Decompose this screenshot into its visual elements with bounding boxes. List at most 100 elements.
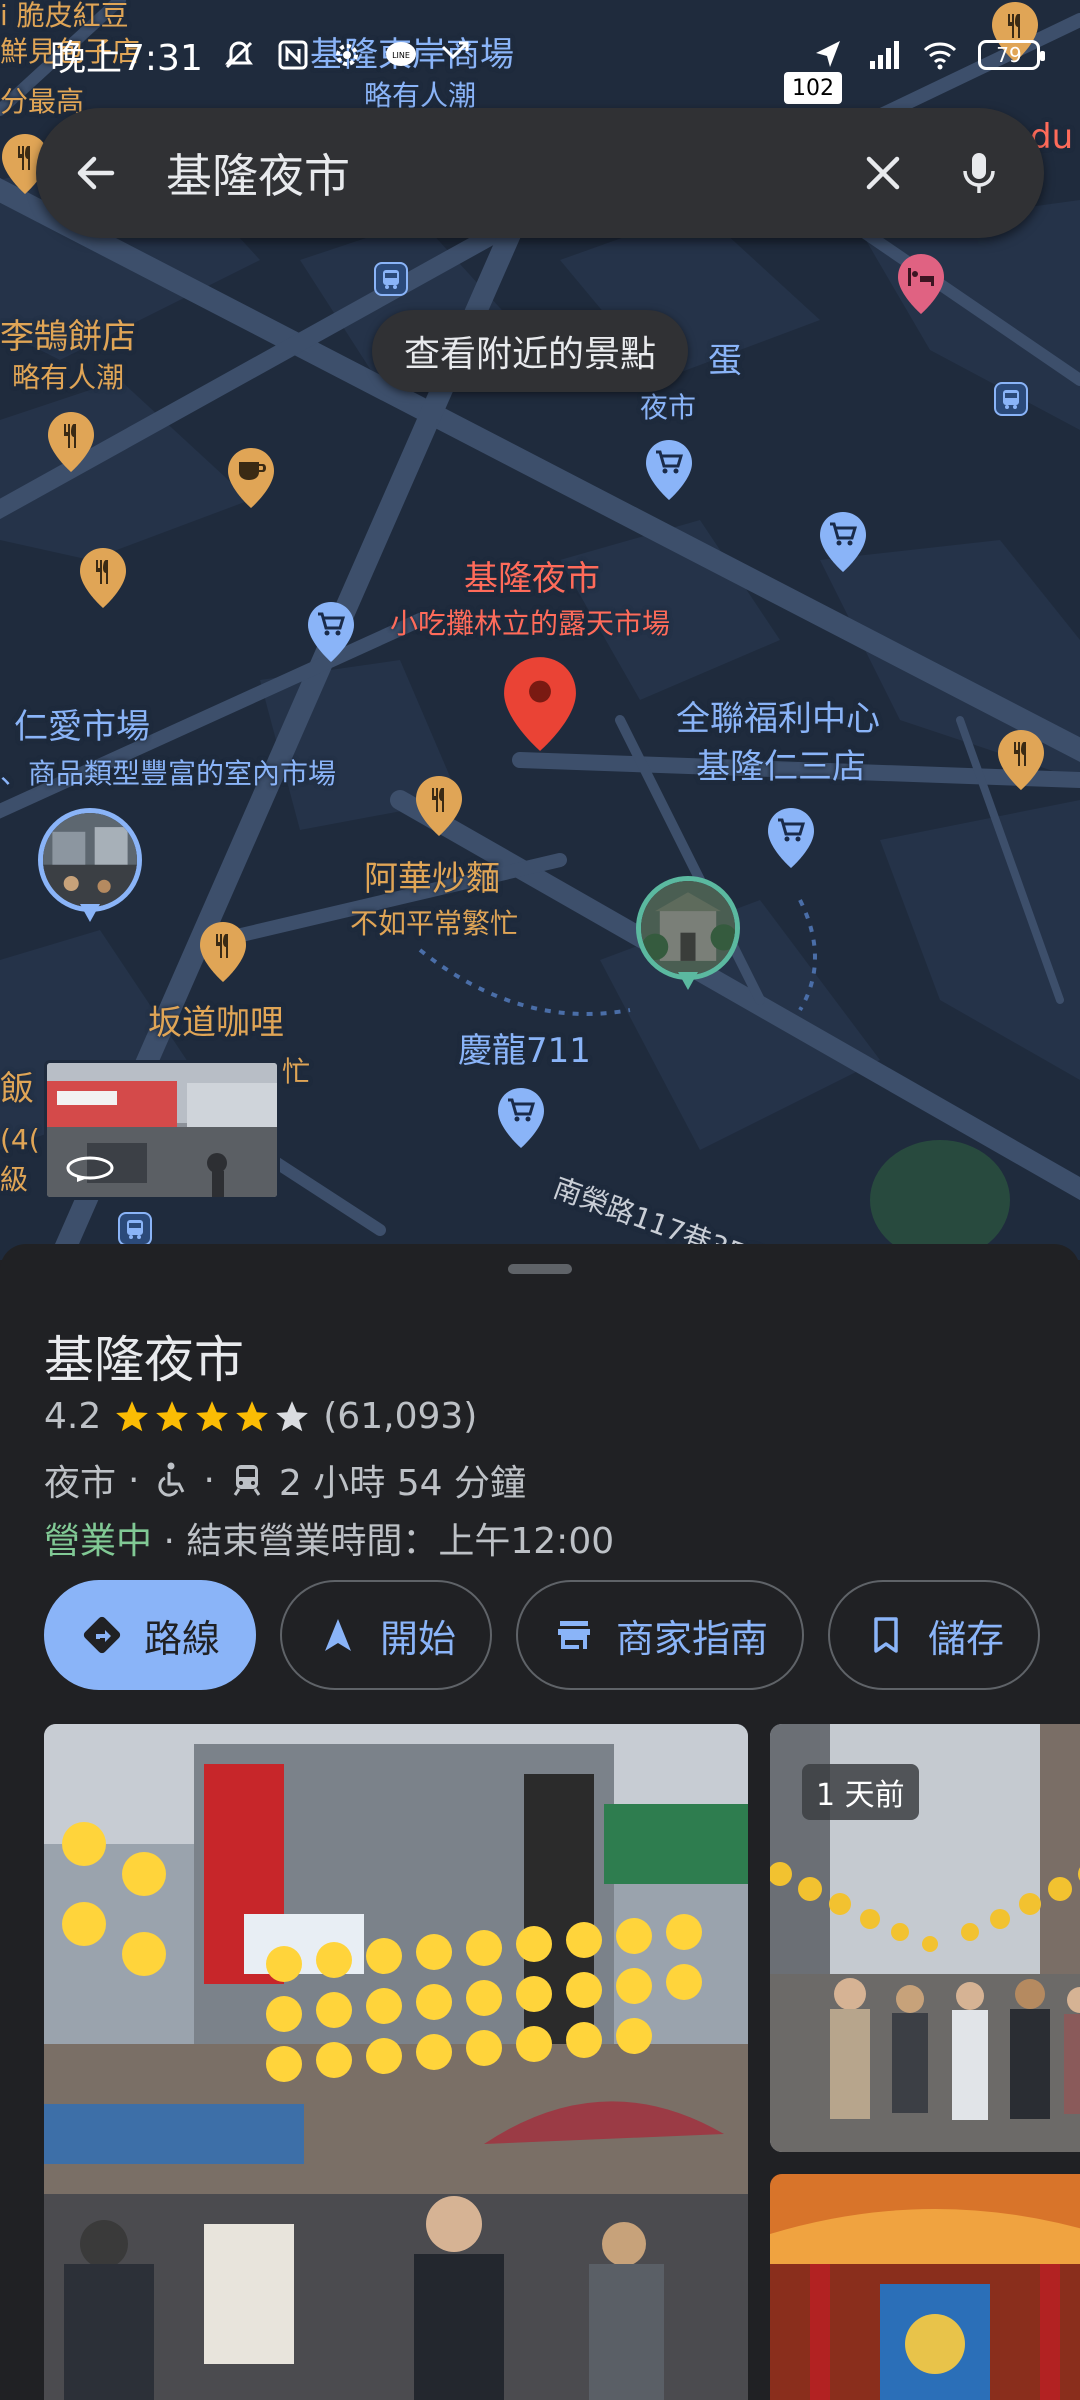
line-icon: LINE <box>385 42 416 66</box>
nearby-attractions-chip[interactable]: 查看附近的景點 <box>372 310 689 392</box>
rating-value: 4.2 <box>44 1396 102 1437</box>
map-label-pxmart[interactable]: 全聯福利中心 <box>676 699 880 739</box>
star-empty-icon <box>276 1400 309 1431</box>
battery-level: 79 <box>996 43 1022 67</box>
arrow-back-icon <box>77 156 115 190</box>
selected-place-pin[interactable] <box>500 654 580 754</box>
place-photo-recent[interactable]: 1 天前 <box>770 1724 1080 2152</box>
hours-row[interactable]: 營業中 · 結束營業時間：上午12:00 <box>44 1512 614 1564</box>
bus-stop-icon[interactable] <box>994 382 1028 416</box>
place-photo-temple[interactable] <box>770 2174 1080 2400</box>
start-button[interactable]: 開始 <box>280 1580 493 1690</box>
location-arrow-icon <box>816 41 840 67</box>
place-details-sheet[interactable]: 基隆夜市 4.2 (61,093) 夜市 · · 2 小時 54 分鐘 營業中 … <box>0 1244 1080 2400</box>
business-guide-label: 商家指南 <box>616 1616 769 1661</box>
search-input[interactable]: 基隆夜市 <box>166 140 822 206</box>
map-label-ahua[interactable]: 阿華炒麵 <box>364 859 500 899</box>
restaurant-pin[interactable] <box>78 546 128 610</box>
star-icon <box>236 1400 269 1431</box>
map-label: 級 <box>0 1163 29 1196</box>
separator: · <box>128 1459 140 1501</box>
directions-button[interactable]: 路線 <box>44 1580 257 1690</box>
photo-pin-temple[interactable] <box>636 876 740 994</box>
map-label: 不如平常繁忙 <box>350 907 519 940</box>
status-bar: 晚上7:31 LINE 79 <box>0 0 1080 110</box>
restaurant-pin[interactable] <box>46 410 96 474</box>
cell-signal-icon <box>870 41 899 69</box>
hotel-pin[interactable] <box>896 252 946 316</box>
map-label-main-sub: 小吃攤林立的露天市場 <box>390 607 671 640</box>
bookmark-icon <box>874 1617 898 1653</box>
restaurant-pin[interactable] <box>414 774 464 838</box>
save-button[interactable]: 儲存 <box>828 1580 1041 1690</box>
shopping-cart-pin[interactable] <box>766 806 816 870</box>
place-category: 夜市 <box>44 1463 117 1504</box>
star-icon <box>196 1400 229 1431</box>
business-guide-button[interactable]: 商家指南 <box>516 1580 805 1690</box>
photo-gallery[interactable]: 1 天前 <box>44 1724 1080 2400</box>
map-label: 夜市 <box>640 391 697 424</box>
mute-icon <box>224 41 253 69</box>
map-label: 基隆仁三店 <box>696 747 866 787</box>
shopping-cart-pin[interactable] <box>496 1086 546 1150</box>
shopping-cart-pin[interactable] <box>818 510 868 574</box>
review-count: (61,093) <box>323 1396 478 1437</box>
map-label: 蛋 <box>708 341 742 381</box>
map-label: 飯 <box>0 1069 34 1109</box>
bus-stop-icon[interactable] <box>374 262 408 296</box>
battery-icon: 79 <box>978 40 1045 70</box>
sheet-drag-handle[interactable] <box>508 1264 572 1274</box>
place-photo-main[interactable] <box>44 1724 748 2400</box>
place-title: 基隆夜市 <box>44 1331 244 1389</box>
star-icon <box>156 1400 189 1431</box>
clear-search-button[interactable] <box>848 138 918 208</box>
action-buttons: 路線 開始 商家指南 儲存 <box>44 1580 1041 1690</box>
map-label-ching-long[interactable]: 慶龍711 <box>458 1031 591 1071</box>
shopping-cart-pin[interactable] <box>306 600 356 664</box>
store-icon <box>558 1621 591 1649</box>
map-label-ren-ai[interactable]: 仁愛市場 <box>14 707 150 747</box>
navigation-icon <box>325 1619 352 1651</box>
photo-date-badge: 1 天前 <box>802 1764 919 1820</box>
map-label-li-e-bing[interactable]: 李鵠餅店 <box>0 317 136 357</box>
search-bar[interactable]: 基隆夜市 <box>36 108 1044 238</box>
star-icon <box>116 1400 149 1431</box>
directions-icon <box>83 1616 121 1654</box>
photo-pin-ren-ai-market[interactable] <box>38 808 142 926</box>
restaurant-pin[interactable] <box>996 728 1046 792</box>
settings-icon <box>335 44 358 66</box>
missed-call-icon <box>441 41 469 60</box>
closing-time: 結束營業時間：上午12:00 <box>186 1521 615 1562</box>
map-label: 忙 <box>282 1055 311 1088</box>
separator: · <box>163 1521 175 1562</box>
map-label: (4( <box>0 1123 40 1156</box>
restaurant-pin[interactable] <box>198 920 248 984</box>
map-label: 略有人潮 <box>12 361 125 394</box>
back-button[interactable] <box>66 143 126 203</box>
wifi-icon <box>923 42 957 70</box>
info-row: 夜市 · · 2 小時 54 分鐘 <box>44 1454 526 1506</box>
directions-label: 路線 <box>144 1616 221 1661</box>
bus-stop-icon[interactable] <box>118 1212 152 1246</box>
voice-search-button[interactable] <box>944 138 1014 208</box>
shopping-cart-pin[interactable] <box>644 438 694 502</box>
status-time: 晚上7:31 <box>50 38 203 79</box>
train-icon <box>233 1465 261 1496</box>
save-label: 儲存 <box>928 1616 1005 1661</box>
rating-row[interactable]: 4.2 (61,093) <box>44 1396 477 1437</box>
rating-stars <box>113 1398 311 1436</box>
svg-text:LINE: LINE <box>392 51 410 60</box>
map-label: 、商品類型豐富的室內市場 <box>0 757 337 790</box>
street-view-thumbnail[interactable] <box>44 1060 280 1200</box>
street-view-360-icon <box>66 1156 114 1182</box>
start-label: 開始 <box>380 1616 457 1661</box>
open-status: 營業中 <box>44 1521 153 1562</box>
microphone-icon <box>963 153 995 193</box>
map-label-slope-curry[interactable]: 坂道咖哩 <box>148 1003 284 1043</box>
cafe-pin[interactable] <box>226 446 276 510</box>
transit-time: 2 小時 54 分鐘 <box>278 1463 526 1504</box>
nfc-icon <box>278 40 308 70</box>
wheelchair-icon <box>158 1462 185 1497</box>
speed-badge: 102 <box>784 72 842 104</box>
map-label-main-title[interactable]: 基隆夜市 <box>464 559 600 599</box>
